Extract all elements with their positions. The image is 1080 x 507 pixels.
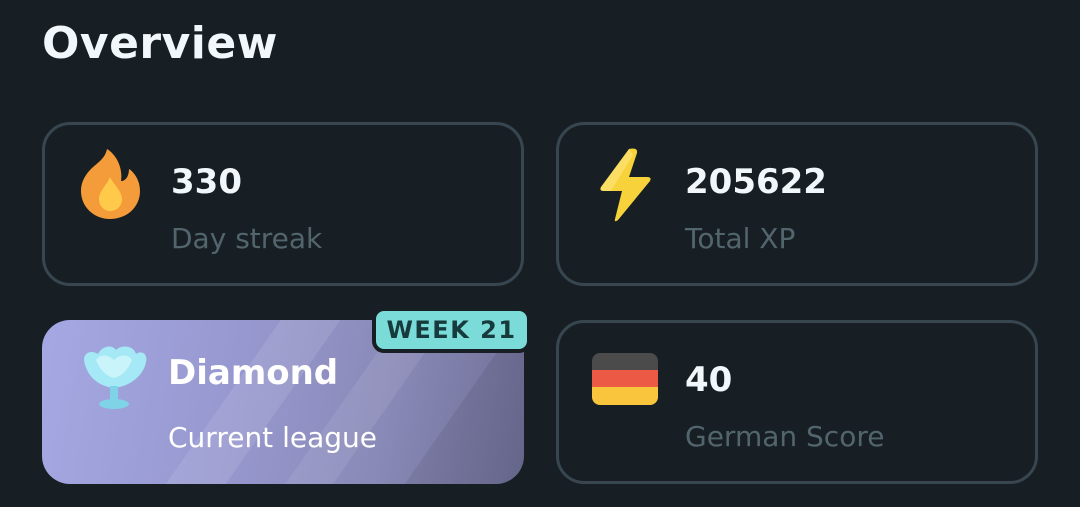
- flame-icon: [81, 149, 140, 219]
- score-label: German Score: [685, 420, 885, 453]
- streak-value: 330: [171, 162, 242, 202]
- streak-label: Day streak: [171, 222, 323, 255]
- page-title: Overview: [42, 18, 278, 69]
- score-value: 40: [685, 360, 733, 400]
- week-badge: WEEK 21: [372, 307, 531, 353]
- xp-label: Total XP: [685, 222, 796, 255]
- league-label: Current league: [168, 421, 377, 454]
- xp-card[interactable]: 205622 Total XP: [556, 122, 1038, 286]
- german-flag-icon: [592, 353, 658, 405]
- xp-value: 205622: [685, 162, 827, 202]
- language-score-card[interactable]: 40 German Score: [556, 320, 1038, 484]
- league-value: Diamond: [168, 353, 339, 393]
- lightning-bolt-icon: [600, 148, 651, 222]
- diamond-trophy-icon: [84, 346, 147, 409]
- overview-screen: Overview 330 Day streak 205622 Total XP …: [0, 0, 1080, 507]
- streak-card[interactable]: 330 Day streak: [42, 122, 524, 286]
